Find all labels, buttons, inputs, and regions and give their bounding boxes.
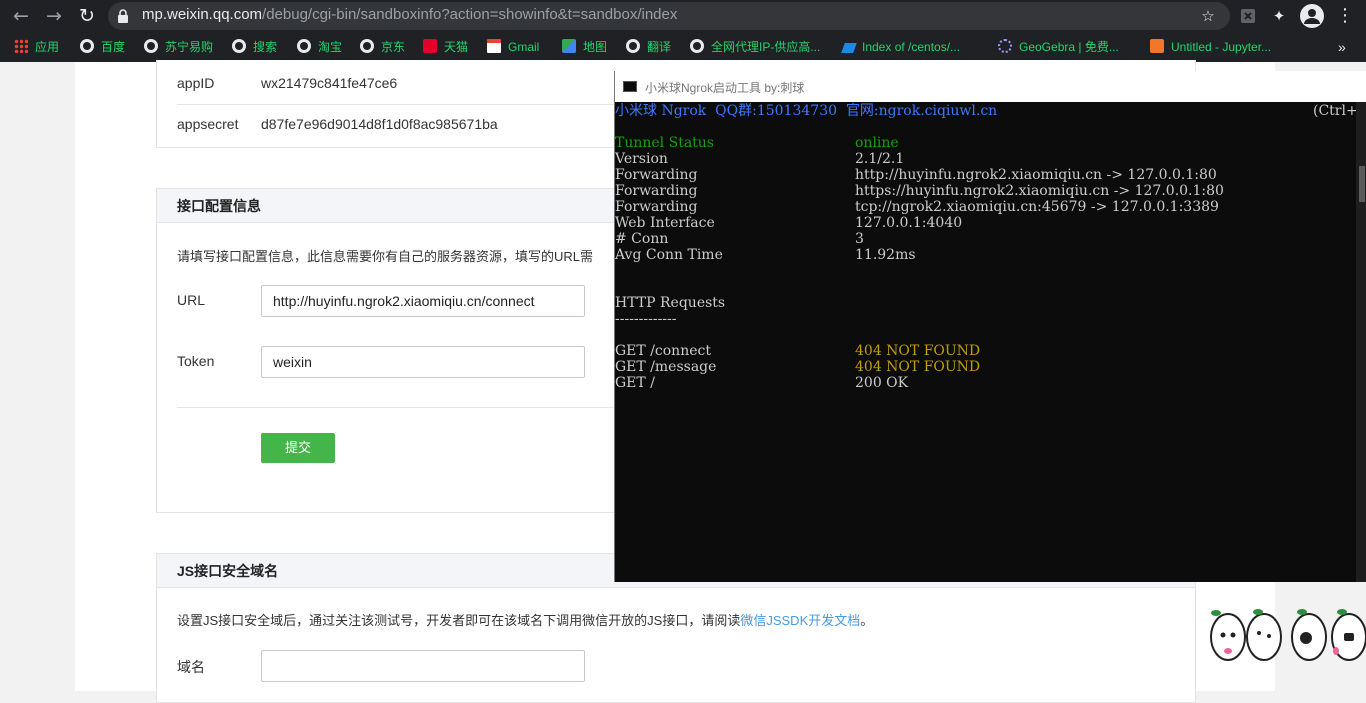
status-label-web-interface: Web Interface [615, 215, 715, 231]
forward-arrow-icon[interactable]: → [42, 4, 66, 28]
notebook-icon [1150, 39, 1164, 53]
bookmark-geogebra[interactable]: GeoGebra | 免费... [998, 39, 1119, 55]
status-label-version: Version [615, 151, 668, 167]
appid-value: wx21479c841fe47ce6 [261, 75, 398, 91]
tmall-icon [423, 39, 437, 53]
appsecret-value: d87fe7e96d9014d8f1d0f8ac985671ba [261, 116, 498, 132]
globe-icon [360, 39, 374, 53]
interface-config-description: 请填写接口配置信息，此信息需要你有自己的服务器资源，填写的URL需 [177, 249, 594, 264]
status-label-forwarding-https: Forwarding [615, 183, 698, 199]
request-path: GET /message [615, 359, 717, 375]
appid-label: appID [177, 75, 215, 91]
http-requests-rule: ------------- [615, 311, 677, 327]
gmail-icon [487, 39, 501, 53]
console-output: 小米球 Ngrok QQ群:150134730 官网:ngrok.ciqiuwl… [615, 102, 1366, 582]
globe-icon [626, 39, 640, 53]
bookmark-search[interactable]: 搜索 [232, 39, 277, 55]
globe-icon [297, 39, 311, 53]
request-path: GET /connect [615, 343, 711, 359]
globe-icon [144, 39, 158, 53]
url-text: mp.weixin.qq.com/debug/cgi-bin/sandboxin… [142, 6, 678, 23]
ngrok-console-window[interactable]: 小米球Ngrok启动工具 by:刺球 小米球 Ngrok QQ群:1501347… [614, 71, 1366, 582]
url-input[interactable]: http://huyinfu.ngrok2.xiaomiqiu.cn/conne… [261, 285, 585, 317]
status-value-forwarding-https: https://huyinfu.ngrok2.xiaomiqiu.cn -> 1… [855, 183, 1224, 199]
status-label-avg-conn-time: Avg Conn Time [615, 247, 723, 263]
bookmark-jd[interactable]: 京东 [360, 39, 405, 55]
more-bookmarks-button[interactable]: » [1338, 39, 1346, 55]
lock-icon [118, 8, 128, 23]
bookmarks-bar: 应用 百度 苏宁易购 搜索 淘宝 京东 天猫 Gmail 地图 翻译 全网代理I… [0, 32, 1366, 62]
profile-avatar-icon[interactable] [1300, 4, 1324, 28]
jssdk-doc-link[interactable]: 微信JSSDK开发文档 [740, 613, 860, 628]
status-value-avg-conn-time: 11.92ms [855, 247, 916, 263]
emoji-sticker-image [1206, 605, 1366, 665]
puzzle-extensions-icon[interactable]: ✦ [1268, 5, 1290, 27]
globe-icon [690, 39, 704, 53]
bookmark-suning[interactable]: 苏宁易购 [144, 39, 213, 55]
apps-grid-icon [14, 39, 28, 53]
bookmark-gmail[interactable]: Gmail [487, 39, 539, 55]
back-arrow-icon[interactable]: ← [9, 4, 33, 28]
globe-icon [232, 39, 246, 53]
domain-label: 域名 [177, 659, 205, 675]
request-path: GET / [615, 375, 655, 391]
console-scrollbar[interactable] [1356, 102, 1366, 582]
browser-menu-icon[interactable]: ⋮ [1334, 5, 1356, 27]
request-status: 200 OK [855, 375, 909, 391]
geogebra-icon [998, 39, 1012, 53]
js-domain-description: 设置JS接口安全域后，通过关注该测试号，开发者即可在该域名下调用微信开放的JS接… [177, 613, 874, 628]
status-value-web-interface: 127.0.0.1:4040 [855, 215, 963, 231]
status-label-forwarding-http: Forwarding [615, 167, 698, 183]
console-window-title: 小米球Ngrok启动工具 by:刺球 [645, 81, 805, 95]
request-status: 404 NOT FOUND [855, 343, 981, 359]
bookmark-baidu[interactable]: 百度 [80, 39, 125, 55]
status-value-forwarding-http: http://huyinfu.ngrok2.xiaomiqiu.cn -> 12… [855, 167, 1217, 183]
status-value-version: 2.1/2.1 [855, 151, 905, 167]
bookmark-proxy[interactable]: 全网代理IP-供应高... [690, 39, 820, 55]
http-requests-title: HTTP Requests [615, 295, 726, 311]
status-value-tunnel: online [855, 135, 899, 151]
bookmark-jupyter[interactable]: Untitled - Jupyter... [1150, 39, 1271, 55]
bookmark-taobao[interactable]: 淘宝 [297, 39, 342, 55]
globe-icon [80, 39, 94, 53]
status-value-conn: 3 [855, 231, 864, 247]
console-header-line: 小米球 Ngrok QQ群:150134730 官网:ngrok.ciqiuwl… [615, 103, 998, 119]
bookmark-star-icon[interactable]: ☆ [1197, 5, 1219, 27]
bookmark-apps[interactable]: 应用 [14, 39, 59, 55]
url-label: URL [177, 292, 206, 308]
token-label: Token [177, 353, 215, 369]
bird-icon [841, 43, 857, 53]
bookmark-tmall[interactable]: 天猫 [423, 39, 468, 55]
bookmark-centos[interactable]: Index of /centos/... [841, 39, 960, 55]
appsecret-label: appsecret [177, 116, 239, 132]
token-input[interactable]: weixin [261, 346, 585, 378]
request-status: 404 NOT FOUND [855, 359, 981, 375]
status-label-conn: # Conn [615, 231, 669, 247]
status-label-tunnel: Tunnel Status [615, 135, 714, 151]
domain-input[interactable] [261, 650, 585, 682]
browser-toolbar: ← → ↻ mp.weixin.qq.com/debug/cgi-bin/san… [0, 0, 1366, 32]
bookmark-translate[interactable]: 翻译 [626, 39, 671, 55]
bookmark-maps[interactable]: 地图 [562, 39, 607, 55]
console-title-bar[interactable]: 小米球Ngrok启动工具 by:刺球 [615, 71, 1366, 102]
submit-button[interactable]: 提交 [261, 433, 335, 463]
status-value-forwarding-tcp: tcp://ngrok2.xiaomiqiu.cn:45679 -> 127.0… [855, 199, 1219, 215]
console-scrollbar-thumb[interactable] [1359, 166, 1365, 202]
extension-icon[interactable] [1237, 5, 1259, 27]
map-icon [562, 39, 576, 53]
reload-icon[interactable]: ↻ [75, 4, 99, 28]
console-app-icon [623, 81, 637, 92]
status-label-forwarding-tcp: Forwarding [615, 199, 698, 215]
